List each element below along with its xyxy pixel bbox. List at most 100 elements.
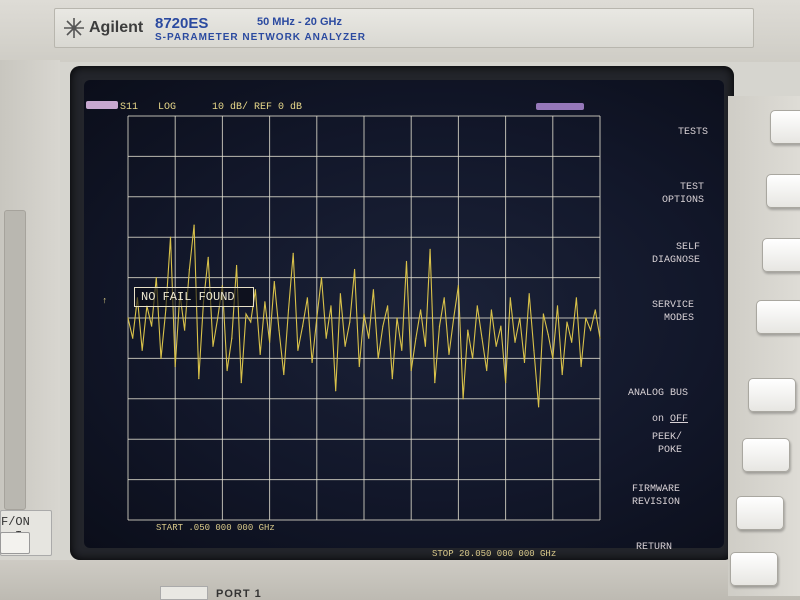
softkey-8-button[interactable]: [730, 552, 778, 586]
channel-indicator: [86, 101, 118, 109]
trace-point: [476, 305, 478, 307]
trace-point: [523, 361, 526, 364]
trace-point: [519, 317, 521, 319]
trace-point: [198, 378, 200, 380]
trace-point: [401, 349, 403, 351]
trace-point: [212, 345, 214, 347]
trace-point: [349, 321, 351, 323]
trace-point: [269, 341, 271, 343]
trace-point: [505, 382, 507, 384]
softkey-label-return: RETURN: [635, 542, 672, 553]
trace-point: [297, 349, 299, 351]
reference-marker: ↑: [102, 296, 108, 306]
trace-point: [273, 281, 275, 283]
trace-point: [292, 252, 294, 254]
trace-point: [420, 309, 422, 311]
trace-point: [330, 305, 332, 307]
trace-point: [382, 325, 384, 327]
trace-point: [259, 353, 261, 355]
trace-point: [264, 301, 266, 303]
softkey-label-tests: TESTS: [677, 127, 708, 138]
trace-point: [462, 398, 464, 400]
trace-point: [495, 345, 497, 347]
trace-point: [160, 357, 162, 359]
trace-point: [561, 373, 563, 376]
trace-point: [589, 329, 592, 331]
softkey-7-button[interactable]: [736, 496, 784, 530]
trace-point: [467, 329, 469, 331]
trace-point: [174, 365, 176, 368]
trace-point: [217, 317, 219, 319]
softkey-1-button[interactable]: [770, 110, 800, 144]
trace-point: [226, 369, 228, 372]
trace-point: [287, 309, 290, 311]
trace-point: [372, 289, 375, 291]
trace-point: [132, 337, 134, 339]
trace-point: [575, 297, 578, 299]
active-highlight-bar: [536, 103, 584, 110]
trace-point: [254, 289, 257, 291]
trace-point: [155, 277, 157, 279]
trace-point: [471, 357, 474, 359]
trace-point: [438, 325, 441, 327]
parameter-readout: S11: [120, 102, 139, 113]
softkey-6-button[interactable]: [742, 438, 790, 472]
analog-bus-label: ANALOG BUS: [627, 388, 688, 399]
trace-point: [245, 313, 247, 315]
trace-point: [302, 325, 304, 327]
trace-point: [320, 277, 323, 279]
trace-point: [396, 317, 398, 319]
trace-point: [188, 268, 190, 271]
softkey-label-test-options: TEST OPTIONS: [661, 182, 704, 206]
softkey-label-peek-poke: PEEK/ POKE: [651, 432, 682, 456]
trace-point: [415, 337, 417, 339]
trace-point: [509, 297, 511, 299]
trace-point: [339, 293, 341, 295]
trace-point: [335, 390, 337, 392]
trace-point: [556, 305, 559, 307]
trace-point: [193, 224, 195, 226]
start-frequency: START .050 000 000 GHz: [156, 523, 275, 533]
trace-point: [316, 317, 318, 319]
trace-point: [533, 349, 535, 351]
trace-point: [363, 313, 365, 315]
format-readout: LOG: [158, 102, 177, 113]
trace-point: [429, 248, 431, 250]
trace-point: [368, 337, 370, 339]
softkey-3-button[interactable]: [762, 238, 800, 272]
softkey-label-service-modes: SERVICE MODES: [651, 300, 694, 324]
stop-frequency: STOP 20.050 000 000 GHz: [432, 549, 557, 559]
trace-point: [547, 333, 549, 335]
trace-point: [434, 382, 436, 384]
trace-point: [165, 309, 167, 311]
trace-point: [514, 341, 516, 343]
reference-readout: REF 0 dB: [254, 102, 303, 113]
trace-point: [490, 309, 493, 311]
softkey-5-button[interactable]: [748, 378, 796, 412]
trace-point: [235, 264, 238, 267]
trace-point: [538, 406, 540, 408]
trace-point: [240, 382, 242, 384]
softkey-label-firmware-revision: FIRMWARE REVISION: [631, 484, 680, 508]
trace-point: [127, 317, 129, 319]
trace-point: [580, 365, 582, 368]
trace-point: [306, 297, 308, 299]
no-fail-message: NO FAIL FOUND: [134, 287, 254, 307]
trace-point: [151, 325, 153, 327]
trace-point: [552, 357, 554, 359]
trace-point: [311, 361, 313, 364]
softkey-2-button[interactable]: [766, 174, 800, 208]
trace-point: [344, 345, 346, 347]
trace-point: [585, 317, 587, 319]
softkey-4-button[interactable]: [756, 300, 800, 334]
trace-point: [486, 369, 488, 372]
scale-readout: 10 dB/: [212, 102, 249, 113]
trace-point: [448, 353, 450, 355]
trace-point: [453, 317, 455, 319]
trace-point: [387, 305, 389, 307]
trace-point: [278, 329, 280, 331]
trace-point: [566, 321, 568, 323]
trace-point: [500, 325, 502, 327]
trace-point: [481, 337, 483, 339]
trace-point: [250, 321, 252, 323]
